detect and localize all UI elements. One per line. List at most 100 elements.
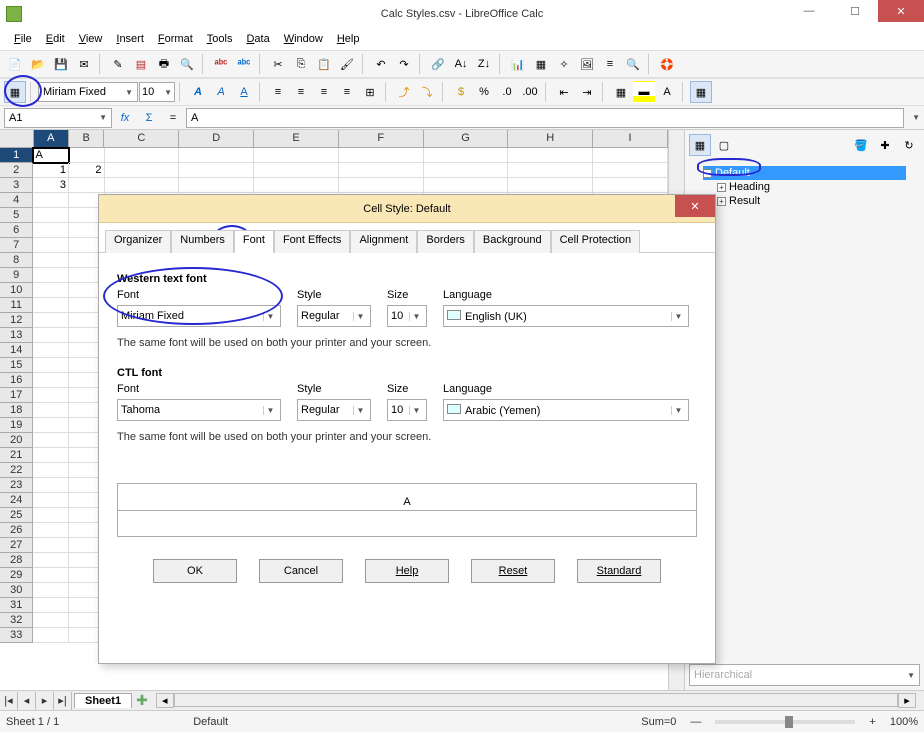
borders-icon[interactable]: ▦ bbox=[610, 81, 632, 103]
cell[interactable] bbox=[33, 208, 69, 223]
row-header[interactable]: 4 bbox=[0, 193, 33, 208]
zoom-slider[interactable] bbox=[715, 720, 855, 724]
navigator-icon[interactable]: ✧ bbox=[553, 53, 575, 75]
menu-format[interactable]: Format bbox=[152, 31, 199, 47]
cell[interactable]: A bbox=[33, 148, 69, 163]
row-header[interactable]: 6 bbox=[0, 223, 33, 238]
grid-lines-icon[interactable]: ▦ bbox=[690, 81, 712, 103]
cell[interactable] bbox=[508, 178, 593, 193]
next-sheet-button[interactable]: ▸ bbox=[36, 692, 54, 710]
currency-icon[interactable]: $ bbox=[450, 81, 472, 103]
cell[interactable] bbox=[33, 418, 69, 433]
cell[interactable] bbox=[179, 178, 254, 193]
ctl-style-combo[interactable]: Regular▼ bbox=[297, 399, 371, 421]
cell[interactable] bbox=[33, 268, 69, 283]
column-header[interactable]: G bbox=[424, 130, 509, 147]
ctl-size-combo[interactable]: 10▼ bbox=[387, 399, 427, 421]
cell[interactable]: 2 bbox=[69, 163, 105, 178]
cell[interactable] bbox=[105, 148, 180, 163]
menu-help[interactable]: Help bbox=[331, 31, 366, 47]
styles-icon[interactable]: ▦ bbox=[4, 81, 26, 103]
align-left-icon[interactable]: ≡ bbox=[267, 81, 289, 103]
wrap-bottom-icon[interactable]: ⤵ bbox=[416, 81, 438, 103]
gallery-icon[interactable]: 🖼 bbox=[576, 53, 598, 75]
row-header[interactable]: 29 bbox=[0, 568, 33, 583]
edit-icon[interactable]: ✎ bbox=[107, 53, 129, 75]
cell[interactable] bbox=[33, 463, 69, 478]
cell[interactable] bbox=[254, 163, 339, 178]
cell[interactable] bbox=[33, 373, 69, 388]
ok-button[interactable]: OK bbox=[153, 559, 237, 583]
sort-asc-icon[interactable]: A↓ bbox=[450, 53, 472, 75]
cell[interactable] bbox=[33, 358, 69, 373]
datasources-icon[interactable]: ≡ bbox=[599, 53, 621, 75]
cell[interactable] bbox=[33, 433, 69, 448]
cell[interactable] bbox=[339, 148, 424, 163]
cell[interactable] bbox=[33, 343, 69, 358]
styles-tree[interactable]: -Default+Heading+Result bbox=[689, 162, 920, 212]
save-icon[interactable]: 💾 bbox=[50, 53, 72, 75]
row-header[interactable]: 18 bbox=[0, 403, 33, 418]
row-header[interactable]: 23 bbox=[0, 478, 33, 493]
paint-icon[interactable]: 🖌 bbox=[336, 53, 358, 75]
mail-icon[interactable]: ✉ bbox=[73, 53, 95, 75]
cell[interactable] bbox=[33, 568, 69, 583]
maximize-button[interactable]: ☐ bbox=[832, 0, 878, 22]
western-size-combo[interactable]: 10▼ bbox=[387, 305, 427, 327]
cell-styles-icon[interactable]: ▦ bbox=[689, 134, 711, 156]
cell[interactable] bbox=[105, 163, 180, 178]
cell[interactable] bbox=[33, 313, 69, 328]
zoom-out-icon[interactable]: — bbox=[690, 716, 701, 728]
open-icon[interactable]: 📂 bbox=[27, 53, 49, 75]
menu-tools[interactable]: Tools bbox=[201, 31, 239, 47]
row-header[interactable]: 10 bbox=[0, 283, 33, 298]
percent-icon[interactable]: % bbox=[473, 81, 495, 103]
row-header[interactable]: 11 bbox=[0, 298, 33, 313]
column-header[interactable]: B bbox=[69, 130, 104, 147]
cell[interactable] bbox=[33, 283, 69, 298]
row-header[interactable]: 24 bbox=[0, 493, 33, 508]
cell[interactable] bbox=[179, 163, 254, 178]
row-header[interactable]: 3 bbox=[0, 178, 33, 193]
cell[interactable] bbox=[69, 178, 105, 193]
column-header[interactable]: C bbox=[104, 130, 179, 147]
row-header[interactable]: 25 bbox=[0, 508, 33, 523]
close-button[interactable]: ✕ bbox=[878, 0, 924, 22]
decimal-remove-icon[interactable]: .00 bbox=[519, 81, 541, 103]
cell[interactable] bbox=[33, 628, 69, 643]
cell[interactable] bbox=[33, 448, 69, 463]
cell[interactable] bbox=[424, 163, 509, 178]
cell[interactable] bbox=[33, 223, 69, 238]
cell[interactable] bbox=[424, 148, 509, 163]
bold-icon[interactable]: A bbox=[187, 81, 209, 103]
function-wizard-icon[interactable]: fx bbox=[114, 107, 136, 129]
preview-icon[interactable]: 🔍 bbox=[176, 53, 198, 75]
column-header[interactable]: A bbox=[34, 130, 69, 147]
font-name-combo[interactable]: Miriam Fixed ▼ bbox=[38, 82, 138, 102]
new-style-icon[interactable]: ✚ bbox=[874, 134, 896, 156]
help-icon[interactable]: 🛟 bbox=[656, 53, 678, 75]
cell[interactable] bbox=[33, 478, 69, 493]
dialog-tab-numbers[interactable]: Numbers bbox=[171, 230, 234, 253]
dialog-tab-font-effects[interactable]: Font Effects bbox=[274, 230, 351, 253]
style-tree-item[interactable]: +Heading bbox=[703, 180, 906, 194]
row-header[interactable]: 22 bbox=[0, 463, 33, 478]
dialog-tab-borders[interactable]: Borders bbox=[417, 230, 474, 253]
row-header[interactable]: 32 bbox=[0, 613, 33, 628]
sheet-tab[interactable]: Sheet1 bbox=[74, 693, 132, 708]
cell[interactable] bbox=[33, 523, 69, 538]
page-styles-icon[interactable]: ▢ bbox=[713, 134, 735, 156]
menu-file[interactable]: File bbox=[8, 31, 38, 47]
cell[interactable] bbox=[508, 148, 593, 163]
cell[interactable] bbox=[593, 178, 668, 193]
undo-icon[interactable]: ↶ bbox=[370, 53, 392, 75]
menu-window[interactable]: Window bbox=[278, 31, 329, 47]
western-font-combo[interactable]: Miriam Fixed▼ bbox=[117, 305, 281, 327]
formula-expand-icon[interactable]: ▼ bbox=[912, 113, 920, 122]
cell-reference-combo[interactable]: A1 ▼ bbox=[4, 108, 112, 128]
first-sheet-button[interactable]: |◂ bbox=[0, 692, 18, 710]
font-size-combo[interactable]: 10 ▼ bbox=[139, 82, 175, 102]
cell[interactable] bbox=[33, 388, 69, 403]
ctl-language-combo[interactable]: Arabic (Yemen)▼ bbox=[443, 399, 689, 421]
cell[interactable] bbox=[69, 148, 105, 163]
